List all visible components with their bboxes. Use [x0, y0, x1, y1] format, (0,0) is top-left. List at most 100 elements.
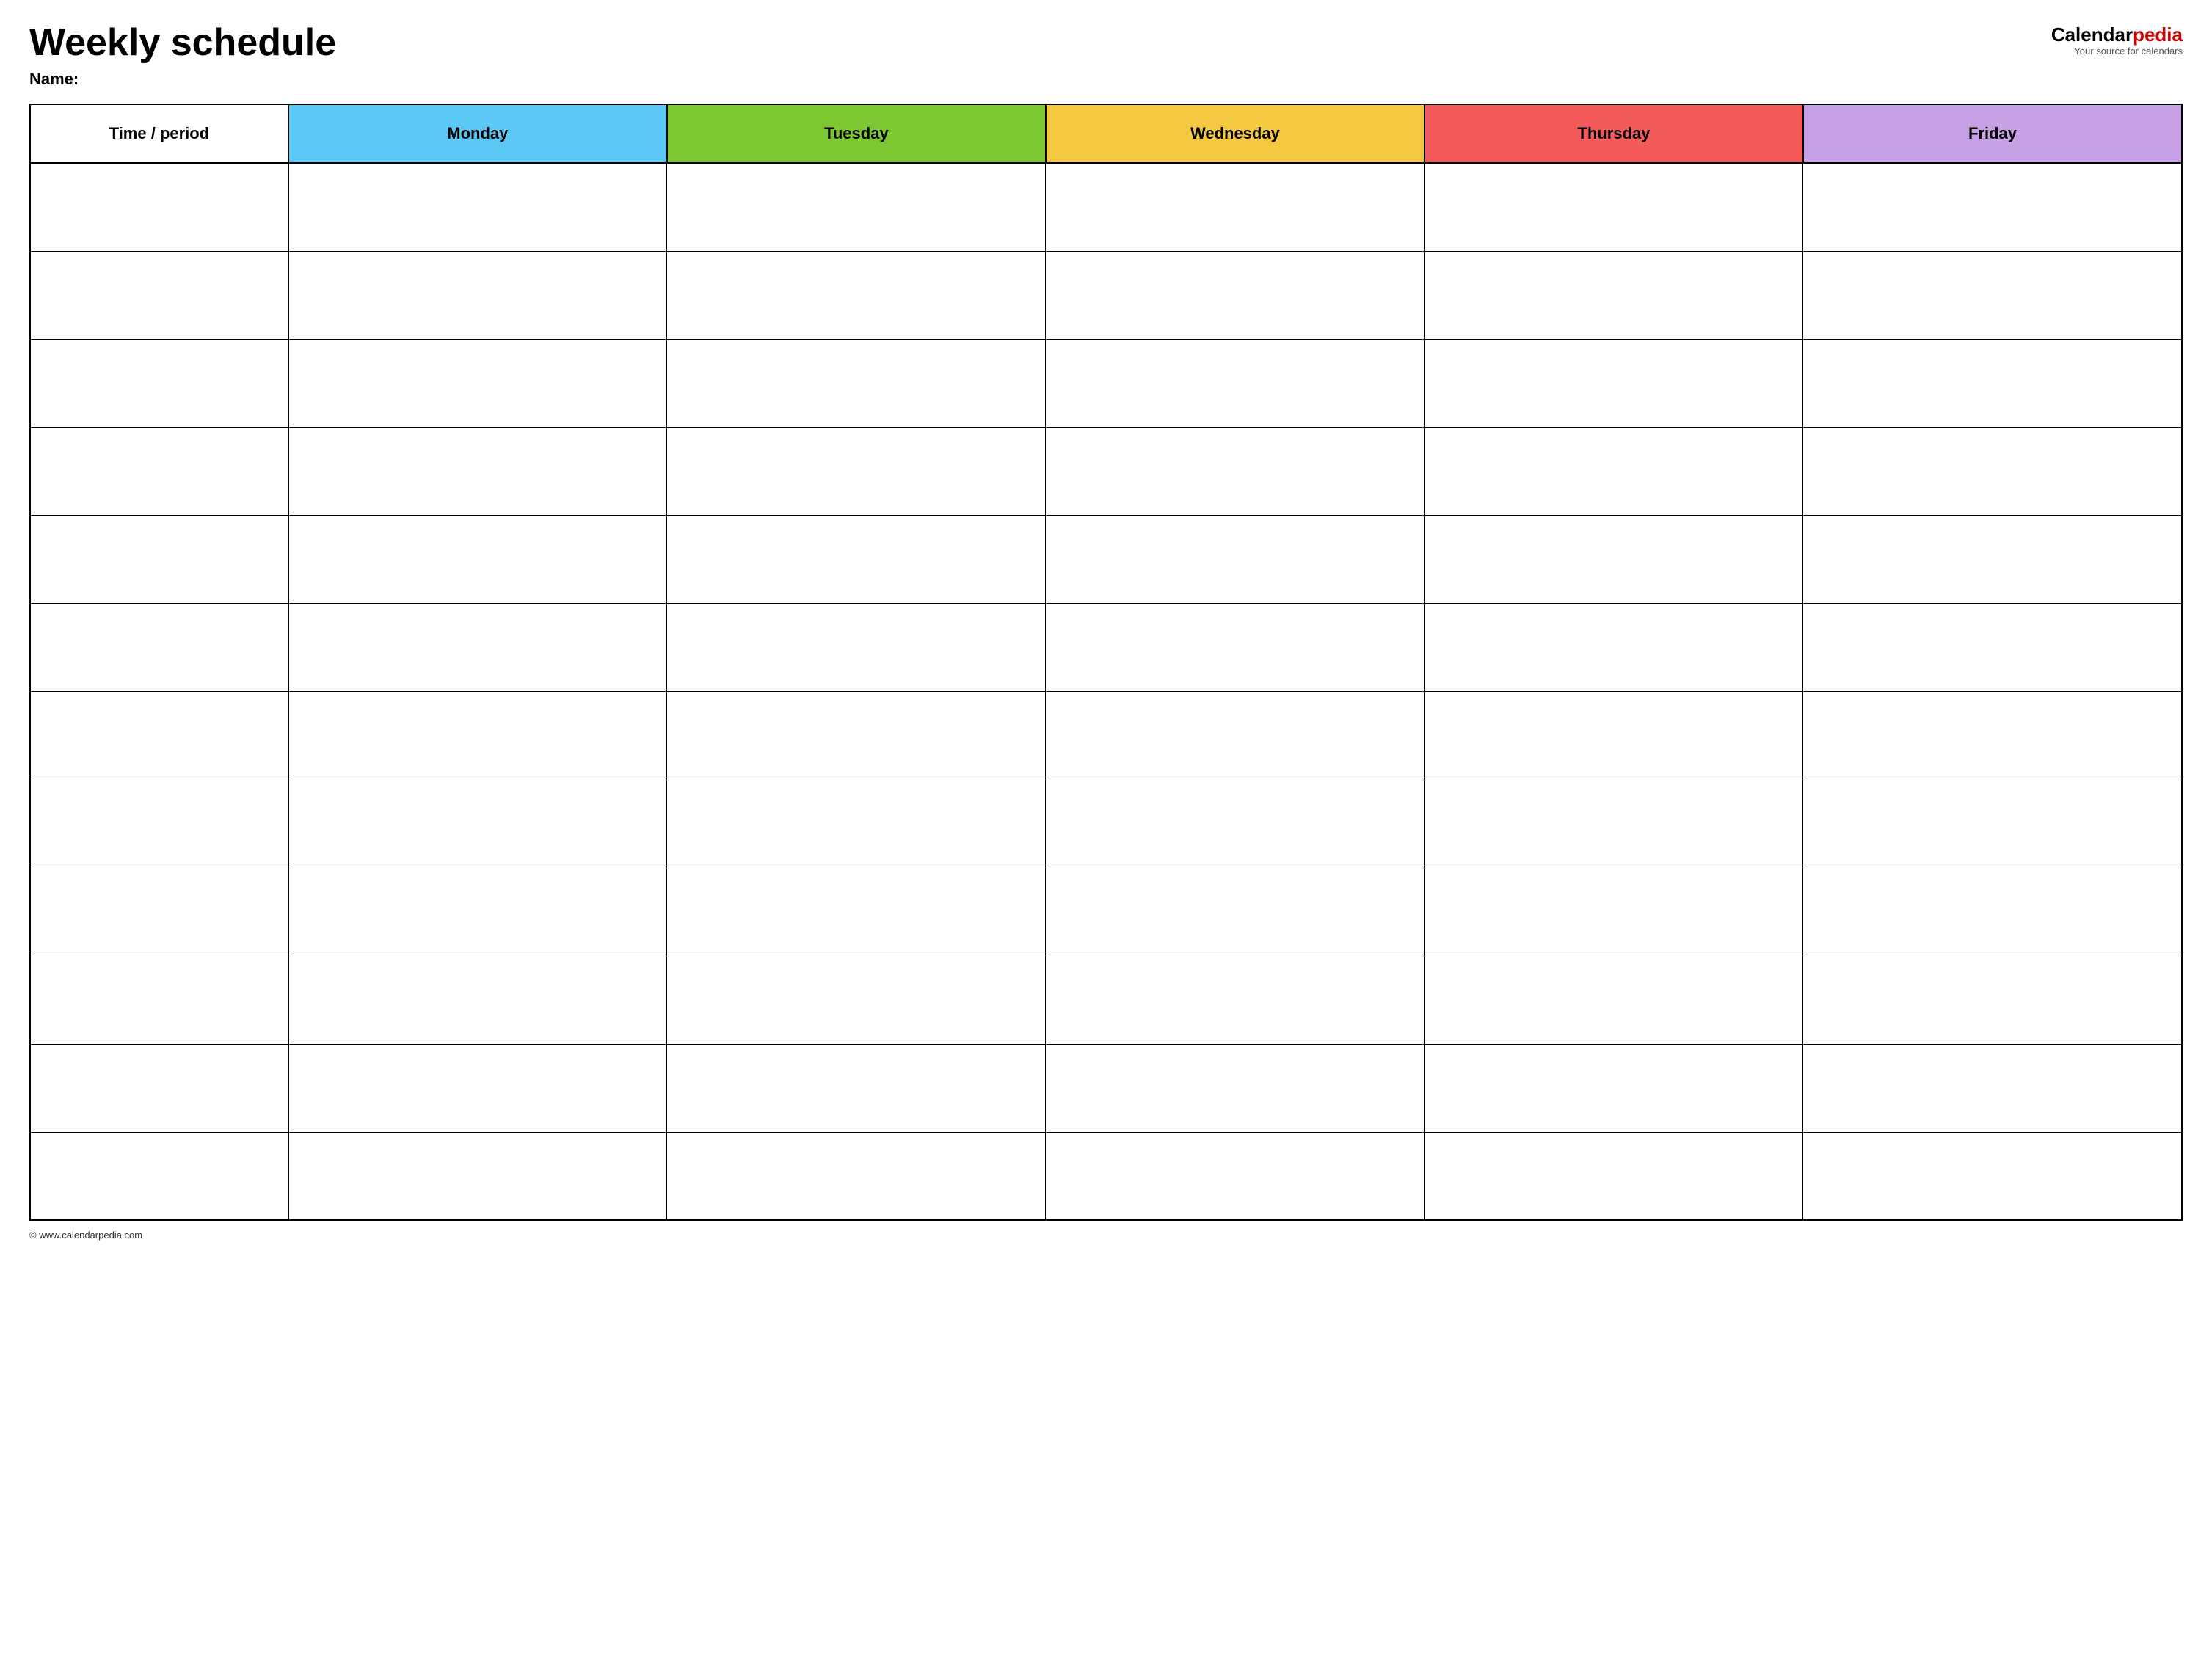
schedule-cell[interactable]: [667, 427, 1046, 515]
logo-text: Calendarpedia: [2051, 25, 2183, 44]
schedule-cell[interactable]: [1803, 603, 2182, 691]
copyright-text: © www.calendarpedia.com: [29, 1230, 142, 1241]
schedule-cell[interactable]: [667, 515, 1046, 603]
time-cell[interactable]: [30, 780, 288, 868]
schedule-cell[interactable]: [1425, 691, 1803, 780]
time-cell[interactable]: [30, 691, 288, 780]
title-block: Weekly schedule Name:: [29, 22, 336, 89]
table-row: [30, 603, 2182, 691]
time-cell[interactable]: [30, 1132, 288, 1220]
schedule-cell[interactable]: [288, 339, 667, 427]
logo-block: Calendarpedia Your source for calendars: [2051, 25, 2183, 57]
schedule-cell[interactable]: [667, 1132, 1046, 1220]
logo-subtitle: Your source for calendars: [2074, 46, 2183, 57]
schedule-cell[interactable]: [288, 780, 667, 868]
table-row: [30, 1044, 2182, 1132]
schedule-cell[interactable]: [667, 339, 1046, 427]
schedule-cell[interactable]: [1425, 1044, 1803, 1132]
time-cell[interactable]: [30, 427, 288, 515]
schedule-cell[interactable]: [1803, 427, 2182, 515]
footer: © www.calendarpedia.com: [29, 1230, 2183, 1241]
schedule-cell[interactable]: [1803, 163, 2182, 251]
table-row: [30, 691, 2182, 780]
schedule-cell[interactable]: [288, 1044, 667, 1132]
table-row: [30, 163, 2182, 251]
schedule-cell[interactable]: [288, 1132, 667, 1220]
schedule-cell[interactable]: [1046, 339, 1425, 427]
schedule-cell[interactable]: [288, 163, 667, 251]
schedule-cell[interactable]: [1425, 603, 1803, 691]
col-header-wednesday: Wednesday: [1046, 104, 1425, 163]
schedule-cell[interactable]: [1046, 515, 1425, 603]
schedule-cell[interactable]: [288, 251, 667, 339]
schedule-cell[interactable]: [1803, 956, 2182, 1044]
schedule-cell[interactable]: [1425, 956, 1803, 1044]
schedule-cell[interactable]: [288, 691, 667, 780]
schedule-cell[interactable]: [1046, 1044, 1425, 1132]
table-row: [30, 251, 2182, 339]
col-header-thursday: Thursday: [1425, 104, 1803, 163]
schedule-cell[interactable]: [667, 868, 1046, 956]
schedule-cell[interactable]: [1803, 780, 2182, 868]
schedule-cell[interactable]: [1425, 251, 1803, 339]
schedule-cell[interactable]: [667, 163, 1046, 251]
time-cell[interactable]: [30, 603, 288, 691]
schedule-cell[interactable]: [1803, 1132, 2182, 1220]
schedule-cell[interactable]: [1046, 691, 1425, 780]
col-header-friday: Friday: [1803, 104, 2182, 163]
schedule-cell[interactable]: [1425, 163, 1803, 251]
time-cell[interactable]: [30, 515, 288, 603]
schedule-cell[interactable]: [1046, 780, 1425, 868]
time-cell[interactable]: [30, 868, 288, 956]
time-cell[interactable]: [30, 339, 288, 427]
schedule-cell[interactable]: [1803, 868, 2182, 956]
logo-calendar: Calendar: [2051, 23, 2133, 46]
schedule-cell[interactable]: [667, 691, 1046, 780]
schedule-cell[interactable]: [1803, 1044, 2182, 1132]
schedule-cell[interactable]: [1425, 868, 1803, 956]
table-row: [30, 956, 2182, 1044]
schedule-cell[interactable]: [1425, 1132, 1803, 1220]
schedule-cell[interactable]: [667, 251, 1046, 339]
schedule-cell[interactable]: [1046, 603, 1425, 691]
schedule-cell[interactable]: [667, 956, 1046, 1044]
schedule-cell[interactable]: [1046, 956, 1425, 1044]
schedule-cell[interactable]: [1046, 868, 1425, 956]
schedule-body: [30, 163, 2182, 1220]
col-header-tuesday: Tuesday: [667, 104, 1046, 163]
schedule-cell[interactable]: [1425, 780, 1803, 868]
table-row: [30, 1132, 2182, 1220]
table-row: [30, 868, 2182, 956]
logo-pedia: pedia: [2133, 23, 2183, 46]
name-label: Name:: [29, 70, 336, 89]
table-row: [30, 515, 2182, 603]
schedule-cell[interactable]: [1803, 339, 2182, 427]
schedule-cell[interactable]: [667, 1044, 1046, 1132]
schedule-cell[interactable]: [288, 868, 667, 956]
time-cell[interactable]: [30, 163, 288, 251]
col-header-time: Time / period: [30, 104, 288, 163]
schedule-cell[interactable]: [1046, 1132, 1425, 1220]
schedule-cell[interactable]: [1046, 427, 1425, 515]
schedule-cell[interactable]: [1803, 251, 2182, 339]
schedule-cell[interactable]: [288, 427, 667, 515]
schedule-cell[interactable]: [1046, 163, 1425, 251]
col-header-monday: Monday: [288, 104, 667, 163]
schedule-cell[interactable]: [1046, 251, 1425, 339]
time-cell[interactable]: [30, 956, 288, 1044]
schedule-cell[interactable]: [1425, 427, 1803, 515]
schedule-cell[interactable]: [667, 780, 1046, 868]
schedule-cell[interactable]: [1803, 515, 2182, 603]
header-section: Weekly schedule Name: Calendarpedia Your…: [29, 22, 2183, 89]
schedule-cell[interactable]: [667, 603, 1046, 691]
time-cell[interactable]: [30, 251, 288, 339]
schedule-cell[interactable]: [288, 603, 667, 691]
schedule-cell[interactable]: [1425, 339, 1803, 427]
schedule-cell[interactable]: [1803, 691, 2182, 780]
schedule-cell[interactable]: [288, 956, 667, 1044]
time-cell[interactable]: [30, 1044, 288, 1132]
schedule-cell[interactable]: [288, 515, 667, 603]
schedule-table: Time / period Monday Tuesday Wednesday T…: [29, 104, 2183, 1221]
schedule-cell[interactable]: [1425, 515, 1803, 603]
header-row: Time / period Monday Tuesday Wednesday T…: [30, 104, 2182, 163]
